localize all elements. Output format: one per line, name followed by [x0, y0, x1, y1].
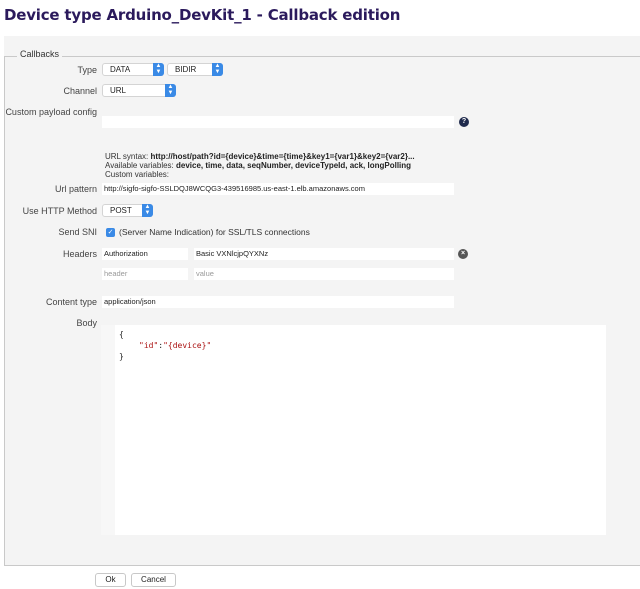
ok-button[interactable]: Ok	[95, 573, 126, 587]
content-type-input[interactable]: application/json	[102, 296, 454, 308]
url-pattern-input[interactable]: http://sigfo-sigfo-SSLDQJ8WCQG3-43951698…	[102, 183, 454, 195]
http-method-label: Use HTTP Method	[22, 206, 97, 216]
http-method-select[interactable]: POST ▲ ▼	[102, 204, 153, 217]
type-label: Type	[77, 65, 97, 75]
type-select[interactable]: DATA ▲ ▼	[102, 63, 164, 76]
type-direction-select[interactable]: BIDIR ▲ ▼	[167, 63, 223, 76]
available-variables: device, time, data, seqNumber, deviceTyp…	[176, 161, 412, 170]
callbacks-legend: Callbacks	[17, 49, 63, 59]
header-value-input[interactable]: Basic VXNlcjpQYXNz	[194, 248, 454, 260]
content-type-label: Content type	[45, 297, 97, 307]
type-direction-value: BIDIR	[175, 65, 197, 74]
new-header-name-input[interactable]: header	[102, 268, 188, 280]
updown-arrows-icon: ▲ ▼	[142, 204, 153, 217]
custom-payload-input[interactable]	[102, 116, 454, 128]
remove-circle-icon[interactable]: ×	[458, 249, 468, 259]
updown-arrows-icon: ▲ ▼	[153, 63, 164, 76]
send-sni-checkbox[interactable]: ✓	[106, 228, 115, 237]
send-sni-label: Send SNI	[58, 227, 97, 237]
cancel-button[interactable]: Cancel	[131, 573, 176, 587]
url-syntax-example: http://host/path?id={device}&time={time}…	[150, 152, 415, 161]
custom-variables-label: Custom variables:	[105, 170, 170, 179]
send-sni-description: (Server Name Indication) for SSL/TLS con…	[119, 227, 310, 237]
updown-arrows-icon: ▲ ▼	[165, 84, 176, 97]
code-line: "id":"{device}"	[139, 341, 212, 350]
code-editor-gutter	[101, 325, 115, 535]
channel-select-value: URL	[110, 86, 127, 95]
url-pattern-label: Url pattern	[54, 184, 97, 194]
type-select-value: DATA	[110, 65, 131, 74]
url-syntax-info: URL syntax: http://host/path?id={device}…	[105, 152, 415, 179]
headers-label: Headers	[62, 249, 97, 259]
code-line: }	[119, 352, 124, 361]
code-line: {	[119, 330, 124, 339]
http-method-value: POST	[110, 206, 132, 215]
check-icon: ✓	[107, 229, 114, 236]
new-header-value-input[interactable]: value	[194, 268, 454, 280]
body-label: Body	[76, 318, 97, 328]
header-name-input[interactable]: Authorization	[102, 248, 188, 260]
channel-select[interactable]: URL ▲ ▼	[102, 84, 176, 97]
body-code-editor[interactable]: { "id":"{device}" }	[115, 325, 606, 535]
custom-payload-label: Custom payload config	[5, 107, 97, 117]
updown-arrows-icon: ▲ ▼	[212, 63, 223, 76]
channel-label: Channel	[63, 86, 97, 96]
question-circle-icon[interactable]: ?	[459, 117, 469, 127]
page-title: Device type Arduino_DevKit_1 - Callback …	[4, 6, 401, 24]
